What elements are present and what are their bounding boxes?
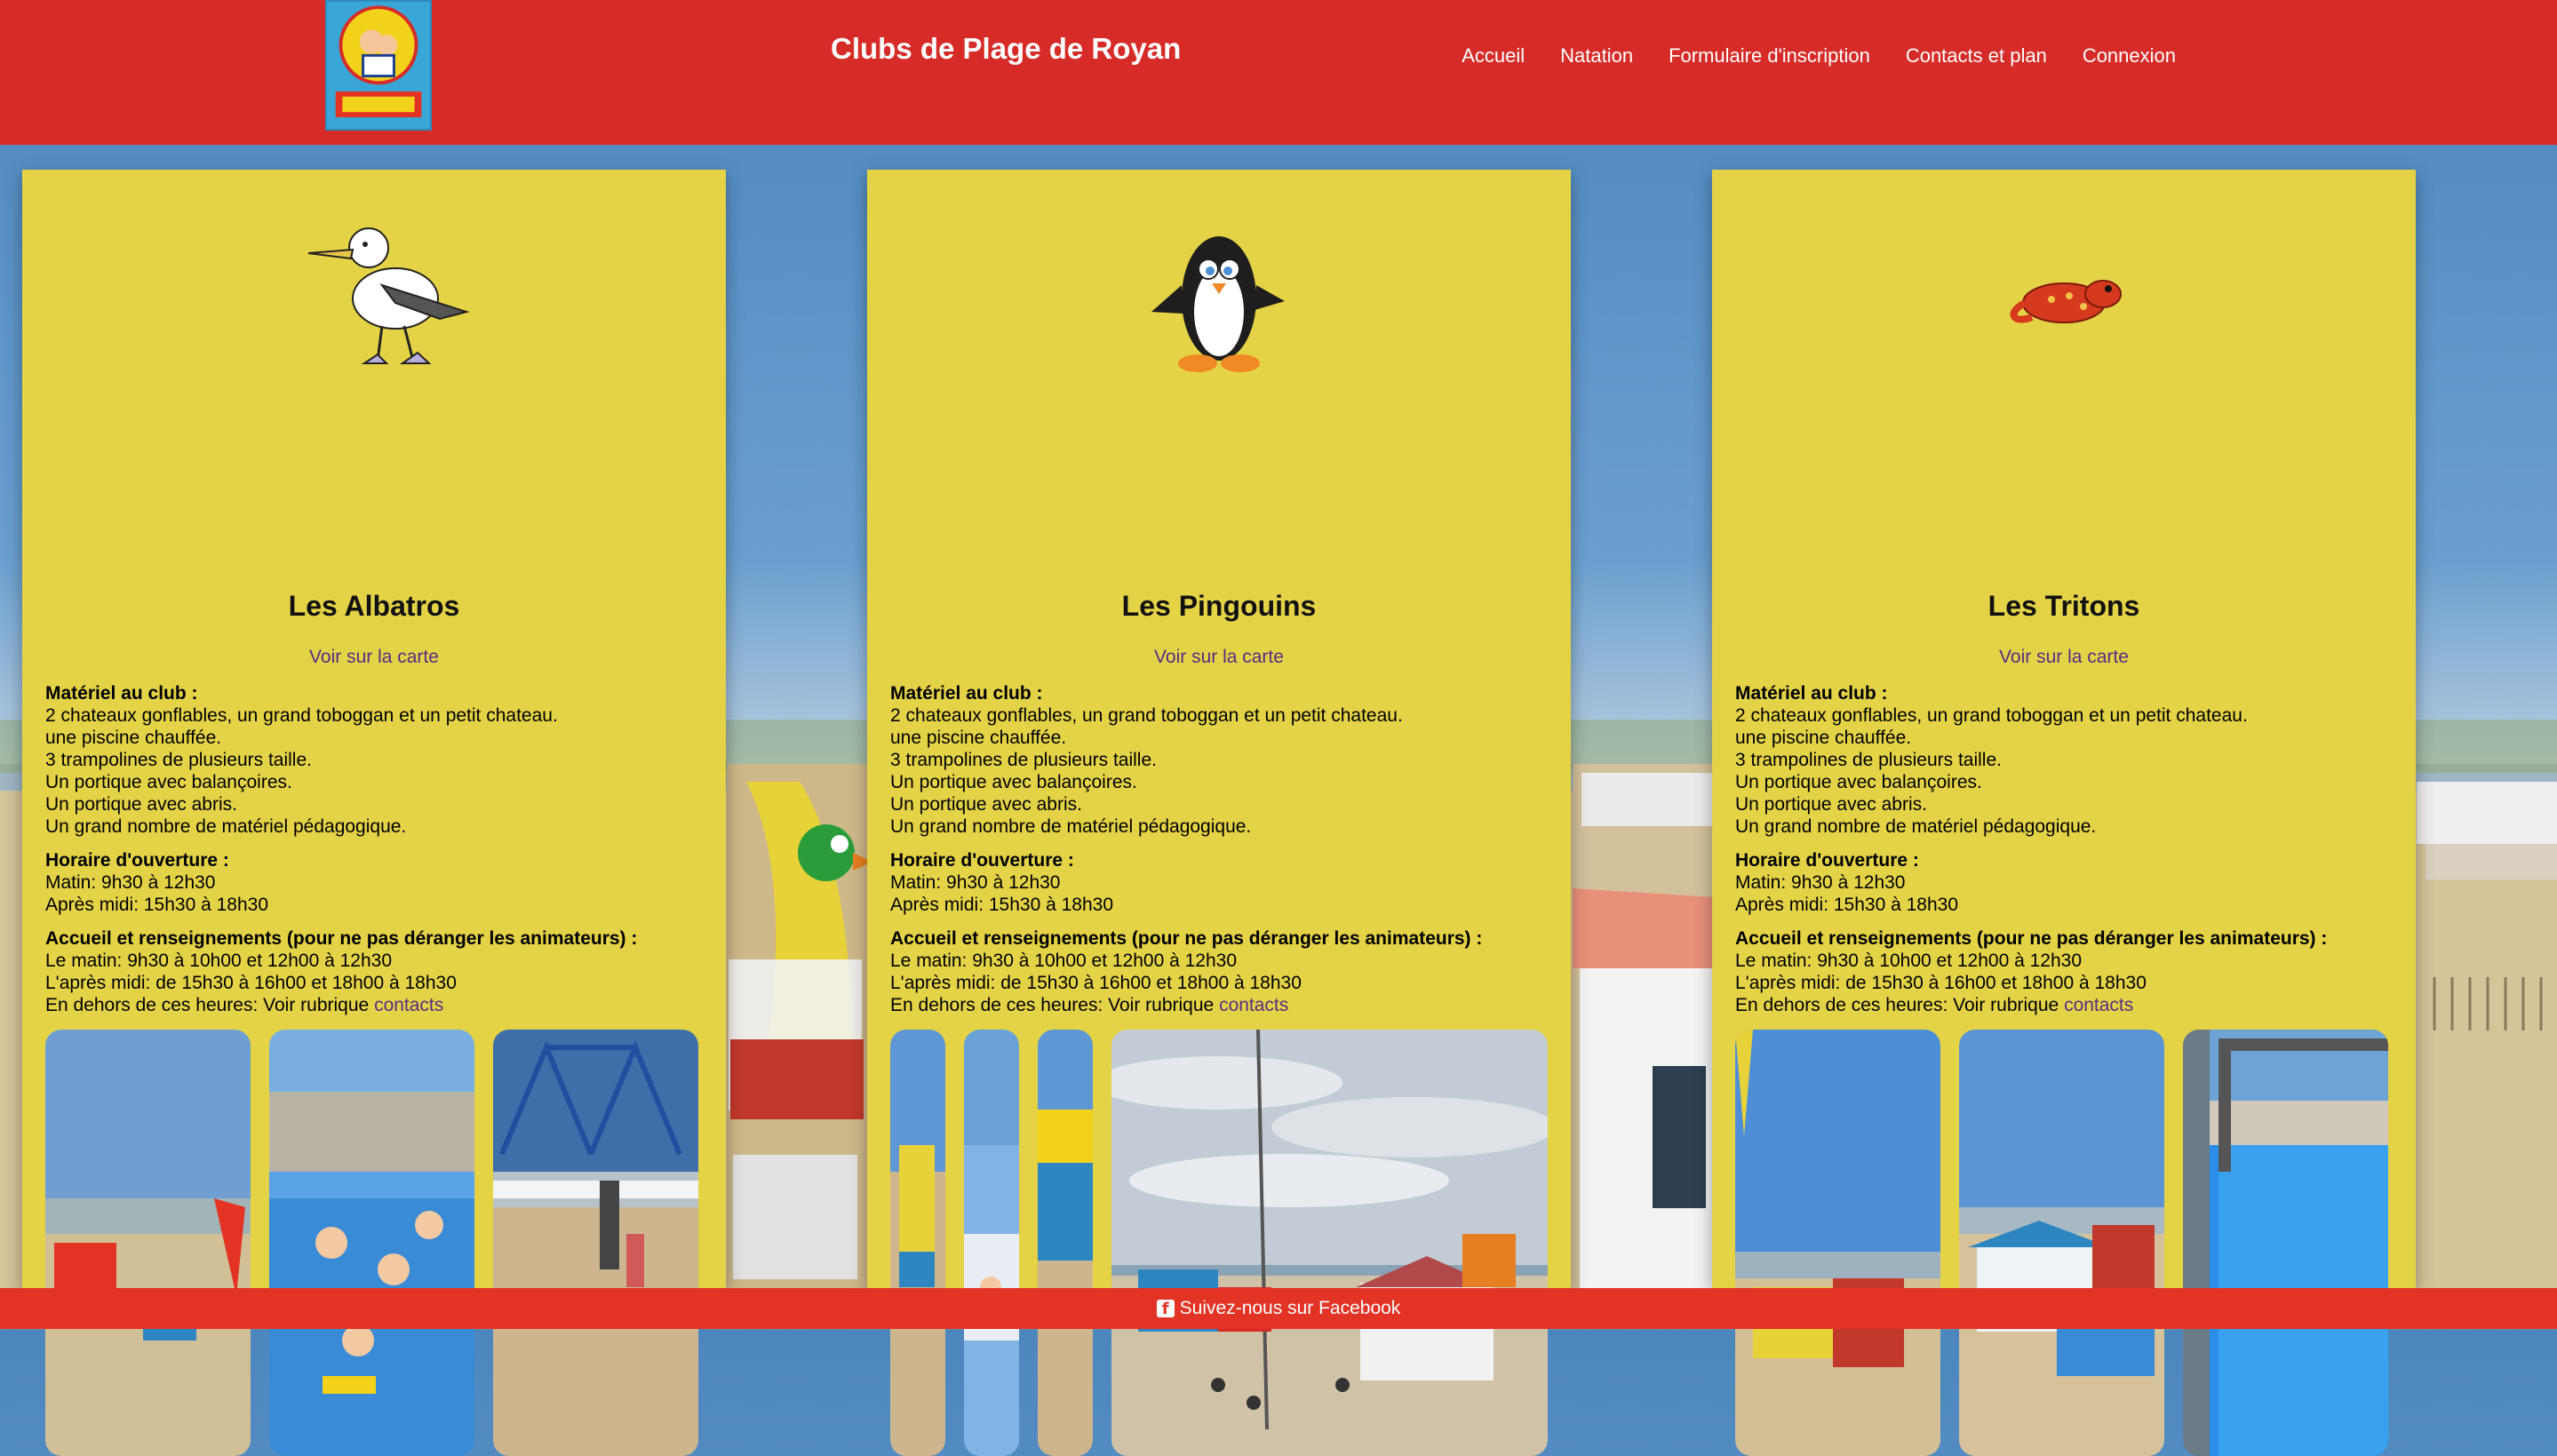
equipment-line: Un grand nombre de matériel pédagogique. [890, 816, 1252, 837]
equipment-line: Un grand nombre de matériel pédagogique. [1735, 816, 2097, 837]
nav-connexion[interactable]: Connexion [2065, 44, 2194, 68]
nav-contacts-et-plan[interactable]: Contacts et plan [1888, 44, 2065, 68]
reception-line: L'après midi: de 15h30 à 16h00 et 18h00 … [1735, 973, 2147, 993]
equipment-title: Matériel au club : [45, 683, 198, 704]
club-name: Les Albatros [288, 590, 460, 622]
equipment-line: 3 trampolines de plusieurs taille. [45, 750, 312, 770]
photo-gallery [890, 1030, 1548, 1456]
equipment-line: 2 chateaux gonflables, un grand toboggan… [1735, 705, 2248, 726]
equipment-line: une piscine chauffée. [890, 728, 1067, 748]
reception-line: L'après midi: de 15h30 à 16h00 et 18h00 … [45, 973, 457, 993]
club-photo[interactable] [2183, 1030, 2388, 1456]
hours-title: Horaire d'ouverture : [45, 850, 229, 871]
equipment-line: 2 chateaux gonflables, un grand toboggan… [890, 705, 1403, 726]
contacts-link[interactable]: contacts [2064, 995, 2133, 1015]
club-photo[interactable] [890, 1030, 945, 1456]
equipment-line: 2 chateaux gonflables, un grand toboggan… [45, 705, 558, 726]
club-photo[interactable] [493, 1030, 698, 1456]
facebook-label: Suivez-nous sur Facebook [1179, 1298, 1401, 1318]
contacts-link[interactable]: contacts [374, 995, 443, 1015]
map-link[interactable]: Voir sur la carte [22, 647, 726, 668]
photo-gallery [1735, 1030, 2393, 1456]
equipment-title: Matériel au club : [1735, 683, 1888, 704]
map-link[interactable]: Voir sur la carte [867, 647, 1571, 668]
club-info: Matériel au club : 2 chateaux gonflables… [890, 682, 1553, 1016]
club-photo[interactable] [1111, 1030, 1548, 1456]
hours-line: Matin: 9h30 à 12h30 [890, 872, 1061, 893]
equipment-line: Un portique avec balançoires. [45, 772, 292, 792]
main-nav: Accueil Natation Formulaire d'inscriptio… [1444, 44, 2194, 68]
facebook-icon: f [1156, 1300, 1175, 1318]
hours-line: Matin: 9h30 à 12h30 [45, 872, 216, 893]
equipment-title: Matériel au club : [890, 683, 1043, 704]
outside-hours-line: En dehors de ces heures: Voir rubrique c… [1735, 995, 2134, 1015]
club-name: Les Pingouins [1121, 590, 1317, 622]
equipment-line: Un portique avec balançoires. [1735, 772, 1982, 792]
club-card-tritons: Les Tritons Voir sur la carte Matériel a… [1712, 170, 2416, 1456]
equipment-line: Un grand nombre de matériel pédagogique. [45, 816, 407, 837]
club-photo[interactable] [1735, 1030, 1940, 1456]
club-photo[interactable] [964, 1030, 1019, 1456]
hours-title: Horaire d'ouverture : [1735, 850, 1919, 871]
equipment-line: une piscine chauffée. [45, 728, 222, 748]
club-photo[interactable] [269, 1030, 474, 1456]
hours-line: Matin: 9h30 à 12h30 [1735, 872, 1906, 893]
equipment-line: Un portique avec abris. [1735, 794, 1927, 815]
nav-natation[interactable]: Natation [1542, 44, 1651, 68]
club-name: Les Tritons [1987, 590, 2140, 622]
equipment-line: une piscine chauffée. [1735, 728, 1912, 748]
club-card-pingouins: Les Pingouins Voir sur la carte Matériel… [867, 170, 1571, 1456]
site-title: Clubs de Plage de Royan [831, 32, 1182, 65]
club-info: Matériel au club : 2 chateaux gonflables… [45, 682, 708, 1016]
equipment-line: Un portique avec abris. [890, 794, 1082, 815]
clubs-de-plage-mickey-logo[interactable] [325, 0, 432, 131]
equipment-line: 3 trampolines de plusieurs taille. [890, 750, 1157, 770]
contacts-link[interactable]: contacts [1219, 995, 1288, 1015]
outside-hours-line: En dehors de ces heures: Voir rubrique c… [890, 995, 1289, 1015]
footer-bar: f Suivez-nous sur Facebook [0, 1288, 2557, 1329]
equipment-line: Un portique avec abris. [45, 794, 237, 815]
hours-line: Après midi: 15h30 à 18h30 [1735, 895, 1959, 915]
hours-title: Horaire d'ouverture : [890, 850, 1074, 871]
club-photo[interactable] [1959, 1030, 2164, 1456]
equipment-line: Un portique avec balançoires. [890, 772, 1137, 792]
reception-line: Le matin: 9h30 à 10h00 et 12h00 à 12h30 [45, 951, 392, 971]
reception-line: L'après midi: de 15h30 à 16h00 et 18h00 … [890, 973, 1302, 993]
map-link[interactable]: Voir sur la carte [1712, 647, 2416, 668]
equipment-line: 3 trampolines de plusieurs taille. [1735, 750, 2002, 770]
outside-hours-line: En dehors de ces heures: Voir rubrique c… [45, 995, 444, 1015]
top-navbar: Clubs de Plage de Royan Accueil Natation… [0, 0, 2557, 145]
club-photo[interactable] [45, 1030, 251, 1456]
reception-line: Le matin: 9h30 à 10h00 et 12h00 à 12h30 [890, 951, 1237, 971]
reception-line: Le matin: 9h30 à 10h00 et 12h00 à 12h30 [1735, 951, 2082, 971]
newt-icon [2010, 280, 2122, 323]
nav-accueil[interactable]: Accueil [1444, 44, 1542, 68]
club-card-albatros: Les Albatros Voir sur la carte Matériel … [22, 170, 726, 1456]
reception-title: Accueil et renseignements (pour ne pas d… [45, 928, 638, 949]
club-info: Matériel au club : 2 chateaux gonflables… [1735, 682, 2398, 1016]
club-photo[interactable] [1038, 1030, 1093, 1456]
photo-gallery [45, 1030, 703, 1456]
albatross-icon [307, 227, 470, 364]
penguin-icon [1151, 236, 1285, 372]
reception-title: Accueil et renseignements (pour ne pas d… [890, 928, 1483, 949]
reception-title: Accueil et renseignements (pour ne pas d… [1735, 928, 2328, 949]
hours-line: Après midi: 15h30 à 18h30 [890, 895, 1114, 915]
nav-formulaire-inscription[interactable]: Formulaire d'inscription [1651, 44, 1888, 68]
hours-line: Après midi: 15h30 à 18h30 [45, 895, 269, 915]
facebook-link[interactable]: f Suivez-nous sur Facebook [1156, 1298, 1401, 1319]
